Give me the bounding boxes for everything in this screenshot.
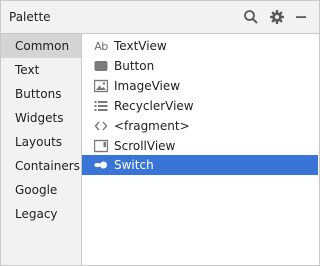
- category-legacy[interactable]: Legacy: [1, 202, 81, 226]
- widget-item-textview[interactable]: Ab TextView: [82, 36, 318, 56]
- widget-label: Switch: [114, 158, 154, 172]
- category-google[interactable]: Google: [1, 178, 81, 202]
- widget-label: RecyclerView: [114, 99, 194, 113]
- widget-label: Button: [114, 59, 155, 73]
- switch-icon: [94, 158, 108, 172]
- minimize-icon[interactable]: [293, 9, 309, 25]
- recyclerview-icon: [94, 99, 108, 113]
- category-containers[interactable]: Containers: [1, 154, 81, 178]
- category-sidebar: Common Text Buttons Widgets Layouts Cont…: [1, 34, 82, 265]
- category-widgets[interactable]: Widgets: [1, 106, 81, 130]
- widget-item-button[interactable]: Button: [82, 56, 318, 76]
- palette-title: Palette: [9, 10, 51, 24]
- category-common[interactable]: Common: [1, 34, 81, 58]
- widget-item-switch[interactable]: Switch: [82, 155, 318, 175]
- gear-icon[interactable]: [269, 9, 285, 25]
- textview-icon: Ab: [94, 39, 108, 53]
- search-icon[interactable]: [243, 9, 259, 25]
- category-layouts[interactable]: Layouts: [1, 130, 81, 154]
- category-text[interactable]: Text: [1, 58, 81, 82]
- button-icon: [94, 59, 108, 73]
- scrollview-icon: [94, 139, 108, 153]
- widget-item-fragment[interactable]: <fragment>: [82, 116, 318, 136]
- fragment-icon: [94, 119, 108, 133]
- imageview-icon: [94, 79, 108, 93]
- widget-list: Ab TextView Button ImageView RecyclerVie…: [82, 34, 319, 265]
- widget-label: ImageView: [114, 79, 181, 93]
- widget-label: ScrollView: [114, 139, 176, 153]
- palette-panel: Palette Common Text Buttons Widgets Layo…: [0, 0, 320, 266]
- category-buttons[interactable]: Buttons: [1, 82, 81, 106]
- widget-item-imageview[interactable]: ImageView: [82, 76, 318, 96]
- widget-item-scrollview[interactable]: ScrollView: [82, 136, 318, 156]
- palette-header: Palette: [1, 1, 319, 34]
- widget-item-recyclerview[interactable]: RecyclerView: [82, 96, 318, 116]
- widget-label: <fragment>: [114, 119, 190, 133]
- widget-label: TextView: [114, 39, 167, 53]
